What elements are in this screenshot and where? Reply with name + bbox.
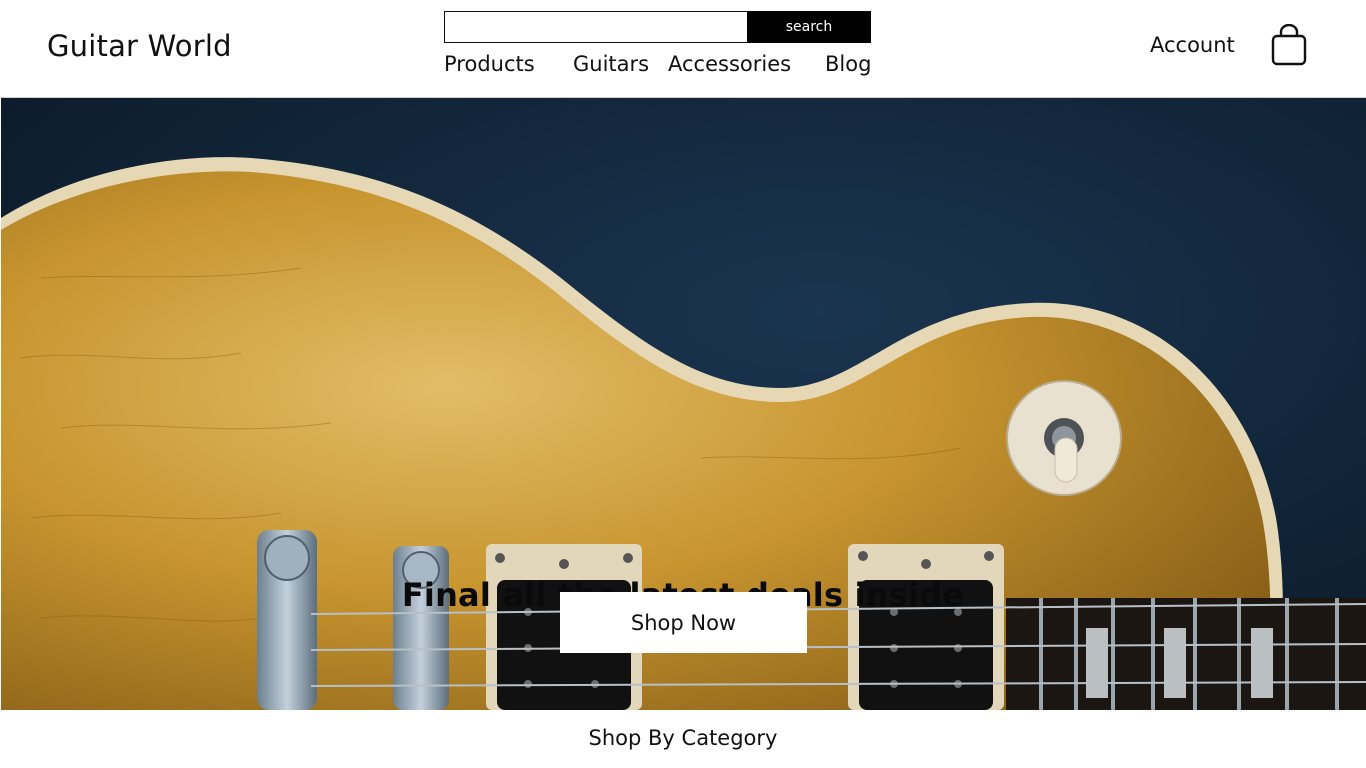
hero-banner: Final all the latest deals inside Shop N… bbox=[1, 98, 1366, 710]
nav-item-accessories[interactable]: Accessories bbox=[668, 52, 791, 76]
search-button[interactable]: search bbox=[747, 11, 871, 43]
site-header: Guitar World search Products Guitars Acc… bbox=[0, 0, 1366, 97]
account-link[interactable]: Account bbox=[1150, 33, 1235, 57]
nav-item-products[interactable]: Products bbox=[444, 52, 535, 76]
shopping-bag-icon[interactable] bbox=[1270, 23, 1308, 66]
shop-now-button[interactable]: Shop Now bbox=[560, 592, 807, 653]
search-input[interactable] bbox=[444, 11, 747, 43]
nav-item-blog[interactable]: Blog bbox=[825, 52, 871, 76]
shop-by-category-heading: Shop By Category bbox=[588, 726, 778, 750]
search-bar: search bbox=[444, 11, 871, 43]
nav-item-guitars[interactable]: Guitars bbox=[573, 52, 649, 76]
